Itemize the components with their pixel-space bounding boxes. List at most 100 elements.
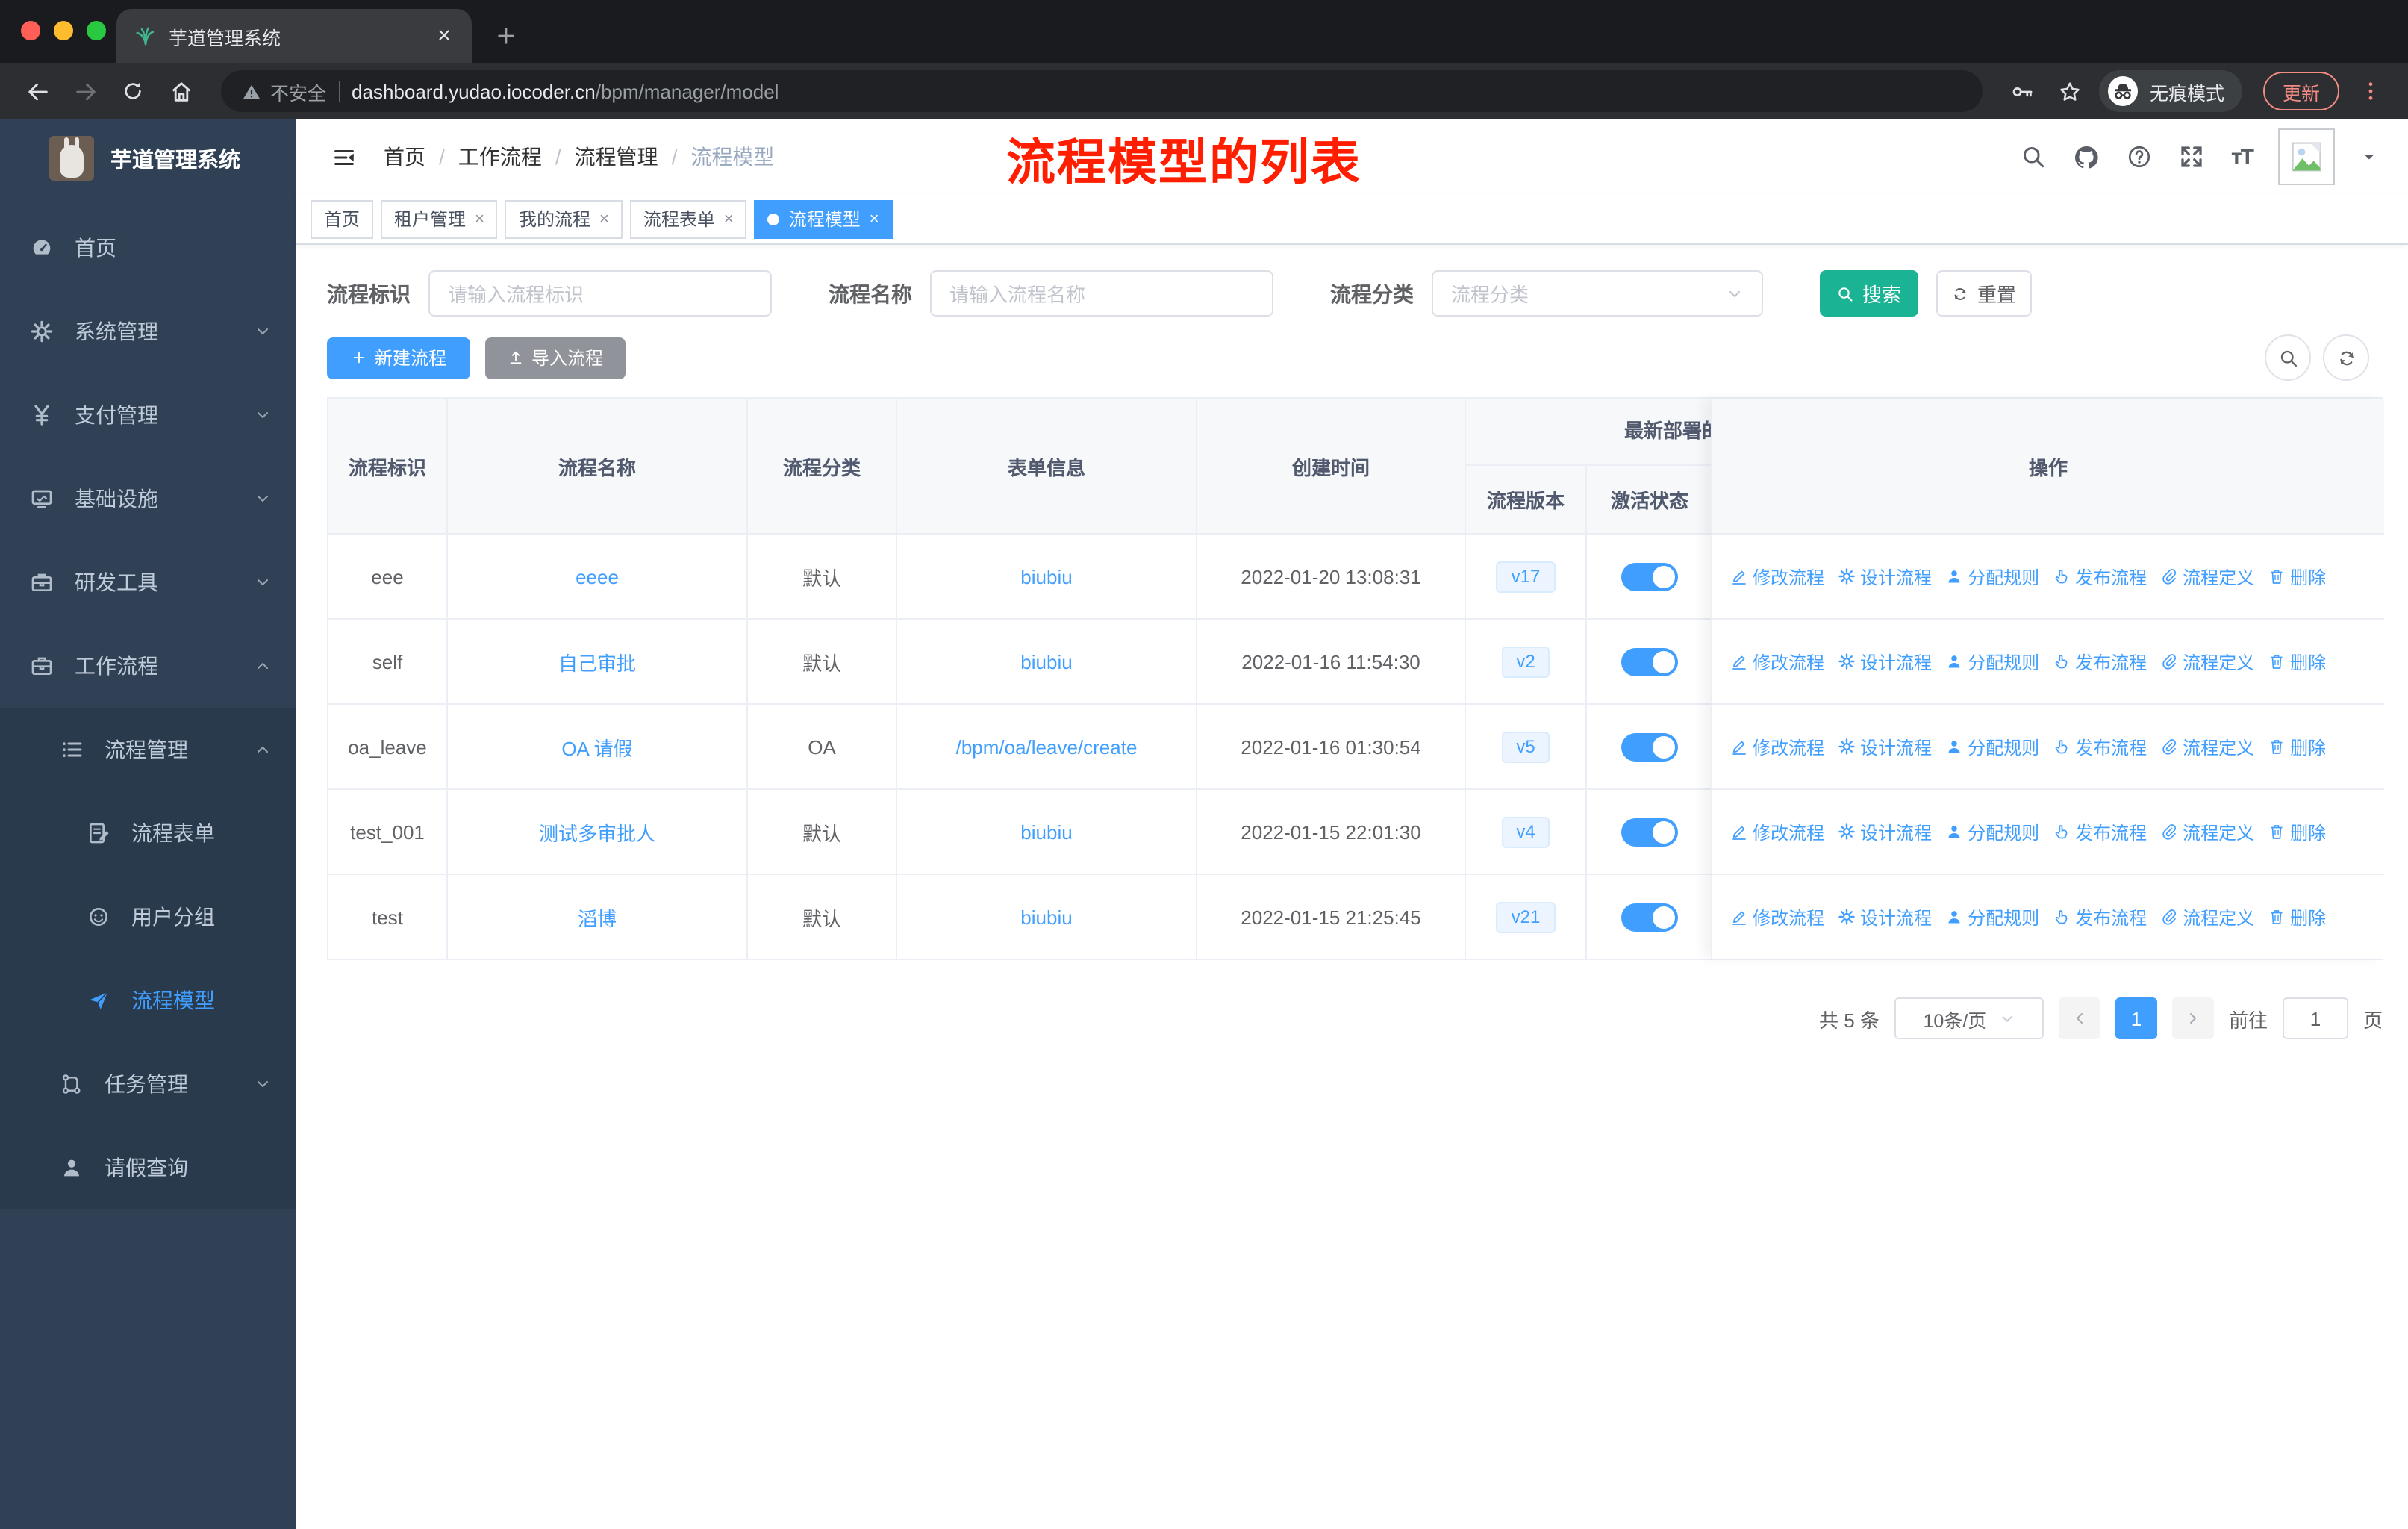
tag-我的流程[interactable]: 我的流程 ×	[505, 199, 623, 238]
fullscreen-icon[interactable]	[2179, 143, 2206, 170]
process-name-link[interactable]: 测试多审批人	[539, 818, 655, 846]
action-发布流程[interactable]: 发布流程	[2053, 649, 2147, 674]
tag-流程表单[interactable]: 流程表单 ×	[629, 199, 747, 238]
tag-流程模型[interactable]: 流程模型 ×	[754, 199, 893, 238]
update-button[interactable]: 更新	[2262, 72, 2339, 110]
action-分配规则[interactable]: 分配规则	[1945, 819, 2039, 844]
github-icon[interactable]	[2073, 143, 2101, 171]
action-删除[interactable]: 删除	[2268, 904, 2326, 929]
action-流程定义[interactable]: 流程定义	[2160, 819, 2254, 844]
avatar[interactable]	[2278, 128, 2335, 185]
sidebar-item-请假查询[interactable]: 请假查询	[0, 1126, 296, 1209]
action-删除[interactable]: 删除	[2268, 819, 2326, 844]
tag-租户管理[interactable]: 租户管理 ×	[381, 199, 498, 238]
address-bar[interactable]: 不安全 dashboard.yudao.iocoder.cn/bpm/manag…	[221, 70, 1983, 112]
action-发布流程[interactable]: 发布流程	[2053, 564, 2147, 589]
import-process-button[interactable]: 导入流程	[485, 337, 626, 379]
forward-icon[interactable]	[66, 72, 105, 110]
sidebar-item-首页[interactable]: 首页	[0, 206, 296, 290]
action-修改流程[interactable]: 修改流程	[1730, 819, 1824, 844]
breadcrumb-item[interactable]: 工作流程	[458, 142, 542, 172]
browser-menu-icon[interactable]	[2351, 72, 2390, 110]
action-流程定义[interactable]: 流程定义	[2160, 904, 2254, 929]
action-流程定义[interactable]: 流程定义	[2160, 564, 2254, 589]
active-toggle[interactable]	[1621, 818, 1677, 846]
current-page-button[interactable]: 1	[2115, 997, 2157, 1039]
sidebar-item-用户分组[interactable]: 用户分组	[0, 875, 296, 959]
close-window-button[interactable]	[21, 21, 40, 40]
breadcrumb-item[interactable]: 首页	[384, 142, 425, 172]
action-分配规则[interactable]: 分配规则	[1945, 904, 2039, 929]
minimize-window-button[interactable]	[54, 21, 73, 40]
tag-close-icon[interactable]: ×	[724, 210, 734, 228]
prev-page-button[interactable]	[2058, 997, 2100, 1039]
browser-tab[interactable]: 芋道管理系统	[116, 9, 472, 63]
sidebar-collapse-icon[interactable]	[331, 144, 357, 169]
form-info-link[interactable]: biubiu	[1020, 906, 1072, 928]
active-toggle[interactable]	[1621, 562, 1677, 591]
tag-close-icon[interactable]: ×	[475, 210, 484, 228]
tab-close-icon[interactable]	[430, 22, 457, 49]
next-page-button[interactable]	[2171, 997, 2214, 1039]
goto-page-input[interactable]	[2282, 997, 2348, 1039]
app-logo[interactable]: 芋道管理系统	[0, 119, 296, 197]
process-key-input[interactable]: 请输入流程标识	[428, 270, 772, 317]
page-size-select[interactable]: 10条/页	[1894, 997, 2044, 1039]
zoom-window-button[interactable]	[87, 21, 106, 40]
sidebar-item-基础设施[interactable]: 基础设施	[0, 457, 296, 541]
action-修改流程[interactable]: 修改流程	[1730, 734, 1824, 759]
action-设计流程[interactable]: 设计流程	[1838, 904, 1932, 929]
action-分配规则[interactable]: 分配规则	[1945, 649, 2039, 674]
action-流程定义[interactable]: 流程定义	[2160, 734, 2254, 759]
active-toggle[interactable]	[1621, 732, 1677, 761]
action-发布流程[interactable]: 发布流程	[2053, 734, 2147, 759]
form-info-link[interactable]: biubiu	[1020, 650, 1072, 673]
action-修改流程[interactable]: 修改流程	[1730, 649, 1824, 674]
refresh-button[interactable]	[2323, 334, 2369, 381]
action-修改流程[interactable]: 修改流程	[1730, 564, 1824, 589]
process-name-link[interactable]: 滔博	[578, 903, 617, 931]
back-icon[interactable]	[18, 72, 57, 110]
sidebar-item-支付管理[interactable]: 支付管理	[0, 373, 296, 457]
process-name-link[interactable]: 自己审批	[558, 647, 636, 676]
reset-button[interactable]: 重置	[1936, 270, 2032, 317]
process-name-link[interactable]: eeee	[576, 565, 619, 588]
tag-close-icon[interactable]: ×	[870, 210, 879, 228]
action-设计流程[interactable]: 设计流程	[1838, 819, 1932, 844]
sidebar-item-流程管理[interactable]: 流程管理	[0, 708, 296, 791]
action-发布流程[interactable]: 发布流程	[2053, 904, 2147, 929]
font-size-icon[interactable]: тT	[2231, 144, 2254, 169]
breadcrumb-item[interactable]: 流程管理	[575, 142, 658, 172]
home-icon[interactable]	[161, 72, 200, 110]
action-删除[interactable]: 删除	[2268, 649, 2326, 674]
active-toggle[interactable]	[1621, 903, 1677, 931]
process-name-input[interactable]: 请输入流程名称	[930, 270, 1273, 317]
avatar-caret-icon[interactable]	[2360, 148, 2378, 166]
sidebar-item-流程模型[interactable]: 流程模型	[0, 959, 296, 1042]
action-设计流程[interactable]: 设计流程	[1838, 649, 1932, 674]
create-process-button[interactable]: 新建流程	[327, 337, 470, 379]
form-info-link[interactable]: /bpm/oa/leave/create	[956, 735, 1138, 758]
action-设计流程[interactable]: 设计流程	[1838, 564, 1932, 589]
new-tab-button[interactable]	[487, 16, 525, 55]
tag-首页[interactable]: 首页	[311, 199, 374, 238]
active-toggle[interactable]	[1621, 647, 1677, 676]
password-key-icon[interactable]	[2003, 72, 2042, 110]
form-info-link[interactable]: biubiu	[1020, 565, 1072, 588]
action-删除[interactable]: 删除	[2268, 564, 2326, 589]
sidebar-item-工作流程[interactable]: 工作流程	[0, 624, 296, 708]
sidebar-item-研发工具[interactable]: 研发工具	[0, 541, 296, 624]
tag-close-icon[interactable]: ×	[599, 210, 609, 228]
bookmark-star-icon[interactable]	[2051, 72, 2090, 110]
action-流程定义[interactable]: 流程定义	[2160, 649, 2254, 674]
action-分配规则[interactable]: 分配规则	[1945, 564, 2039, 589]
sidebar-item-系统管理[interactable]: 系统管理	[0, 290, 296, 373]
action-发布流程[interactable]: 发布流程	[2053, 819, 2147, 844]
action-删除[interactable]: 删除	[2268, 734, 2326, 759]
sidebar-item-流程表单[interactable]: 流程表单	[0, 791, 296, 875]
reload-icon[interactable]	[113, 72, 152, 110]
action-分配规则[interactable]: 分配规则	[1945, 734, 2039, 759]
search-button[interactable]: 搜索	[1820, 270, 1918, 317]
help-icon[interactable]	[2127, 143, 2153, 170]
search-icon[interactable]	[2021, 143, 2047, 170]
